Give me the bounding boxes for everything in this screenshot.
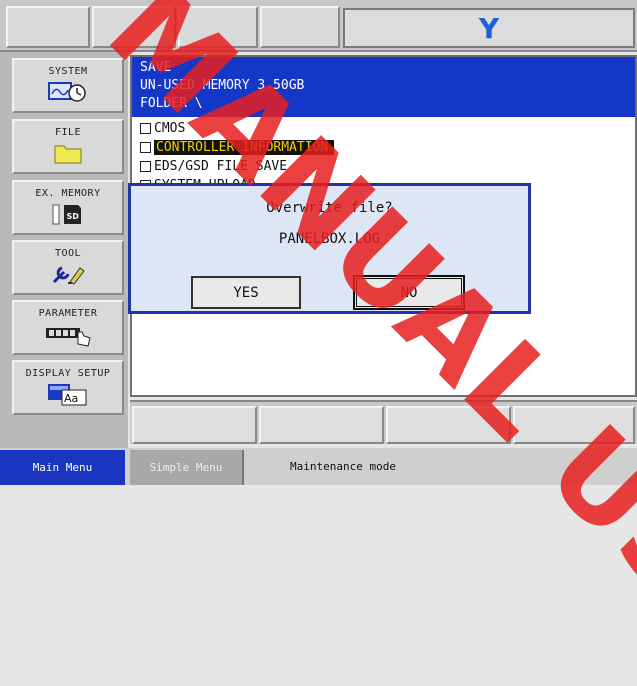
soft-key-4[interactable] <box>513 406 635 444</box>
top-button-1[interactable] <box>6 6 90 48</box>
menu-tool-label: TOOL <box>54 248 82 259</box>
soft-key-2[interactable] <box>259 406 384 444</box>
screen-header: SAVE UN-USED MEMORY 3.50GB FOLDER \ <box>132 57 635 117</box>
folder-icon <box>53 141 83 169</box>
soft-key-3[interactable] <box>386 406 511 444</box>
mode-status-text: Maintenance mode <box>290 460 396 473</box>
menu-system-button[interactable]: SYSTEM <box>12 58 124 113</box>
screen-title: SAVE <box>140 60 172 75</box>
list-item[interactable]: EDS/GSD FILE SAVE <box>140 157 334 176</box>
menu-system-label: SYSTEM <box>48 66 88 77</box>
menu-display-setup-label: DISPLAY SETUP <box>25 368 111 379</box>
menu-file-button[interactable]: FILE <box>12 119 124 174</box>
no-button[interactable]: NO <box>353 275 465 310</box>
menu-file-label: FILE <box>54 127 82 138</box>
svg-text:Aa: Aa <box>64 392 78 405</box>
mode-letter: Y <box>478 11 500 45</box>
top-button-2[interactable] <box>92 6 176 48</box>
checkbox[interactable] <box>140 142 151 153</box>
menu-ex-memory-label: EX. MEMORY <box>35 188 101 199</box>
menu-parameter-button[interactable]: PARAMETER <box>12 300 124 355</box>
sd-card-icon: SD <box>50 202 86 230</box>
list-item[interactable]: CMOS <box>140 119 334 138</box>
soft-key-1[interactable] <box>132 406 257 444</box>
checkbox[interactable] <box>140 161 151 172</box>
menu-parameter-label: PARAMETER <box>38 308 98 319</box>
memory-info: UN-USED MEMORY 3.50GB <box>140 78 305 93</box>
overwrite-dialog: Overwrite file? PANELBOX.LOG YES NO <box>128 183 531 314</box>
system-clock-icon <box>48 80 88 106</box>
mode-indicator: Y <box>343 8 635 48</box>
dialog-filename: PANELBOX.LOG <box>278 231 381 247</box>
tools-icon <box>48 262 88 290</box>
parameter-hand-icon <box>44 322 92 352</box>
soft-key-row <box>130 400 637 444</box>
svg-text:SD: SD <box>67 212 80 221</box>
menu-tool-button[interactable]: TOOL <box>12 240 124 295</box>
display-setup-icon: Aa <box>46 382 90 410</box>
menu-display-setup-button[interactable]: DISPLAY SETUP Aa <box>12 360 124 415</box>
list-item[interactable]: CONTROLLER INFORMATION <box>140 138 335 157</box>
menu-ex-memory-button[interactable]: EX. MEMORY SD <box>12 180 124 235</box>
dialog-question: Overwrite file? <box>266 200 393 216</box>
checkbox[interactable] <box>140 123 151 134</box>
yes-button[interactable]: YES <box>191 276 301 309</box>
main-menu-button[interactable]: Main Menu <box>0 450 125 485</box>
top-button-3[interactable] <box>178 6 258 48</box>
top-button-4[interactable] <box>260 6 340 48</box>
selected-item: CONTROLLER INFORMATION <box>154 140 335 155</box>
folder-path: FOLDER \ <box>140 96 203 111</box>
simple-menu-button[interactable]: Simple Menu <box>130 450 244 485</box>
top-bar: Y <box>0 0 637 52</box>
